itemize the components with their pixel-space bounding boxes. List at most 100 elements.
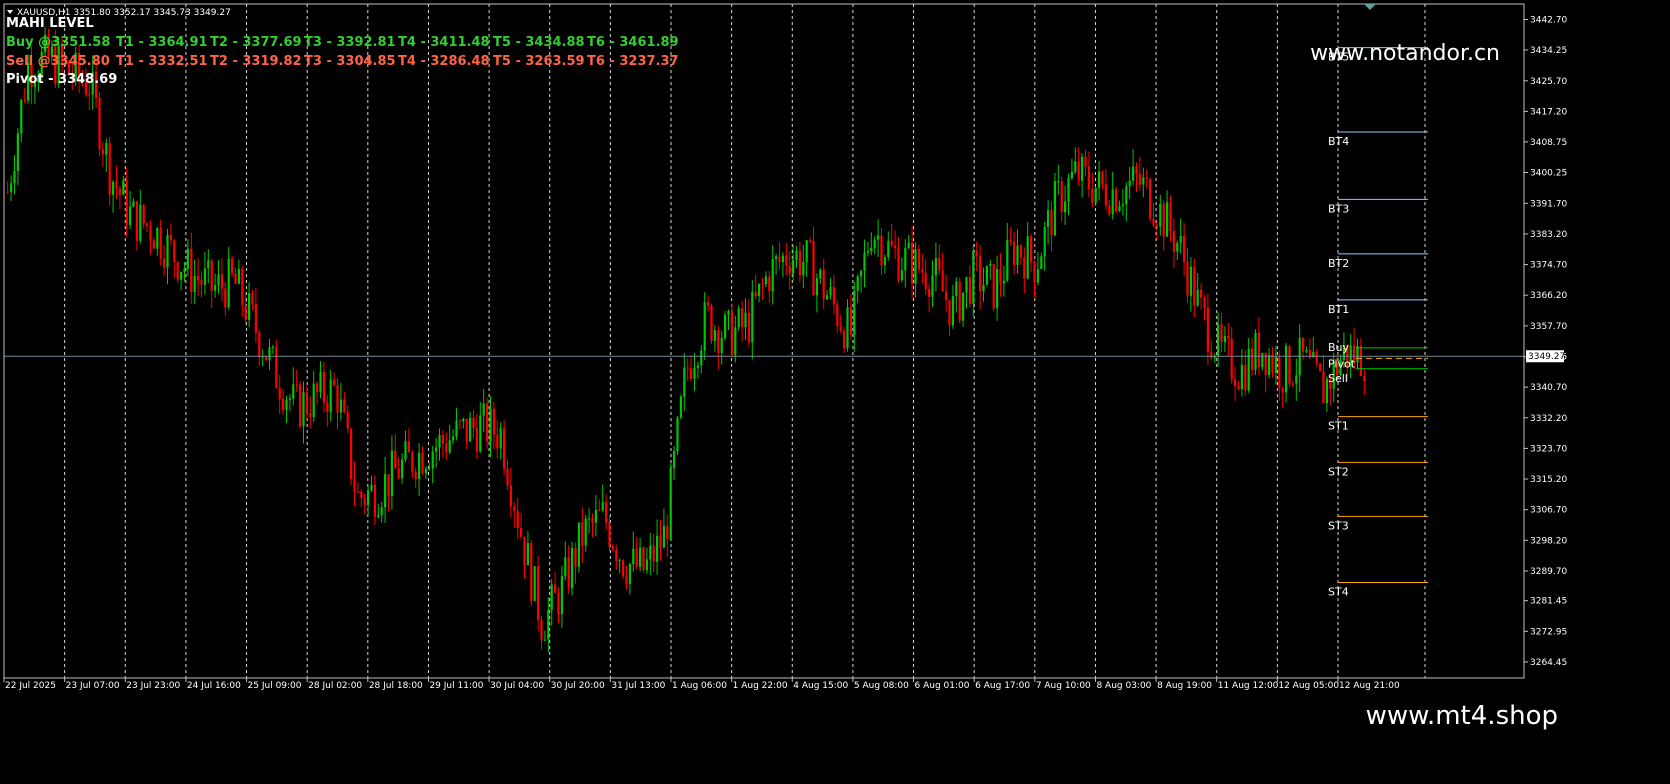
bear-candle	[615, 549, 618, 562]
y-tick-label: 3442.70	[1530, 15, 1567, 25]
bull-candle	[795, 250, 798, 260]
bull-candle	[367, 490, 370, 505]
bear-candle	[642, 547, 645, 571]
bull-candle	[533, 566, 536, 601]
bear-candle	[1023, 257, 1026, 279]
bear-candle	[472, 417, 475, 429]
bull-candle	[1166, 202, 1169, 237]
bear-candle	[197, 275, 200, 281]
bear-candle	[1291, 383, 1294, 385]
bull-candle	[401, 459, 404, 479]
bull-candle	[1274, 357, 1277, 373]
bear-candle	[1013, 242, 1016, 265]
bear-candle	[492, 408, 495, 435]
bull-candle	[887, 240, 890, 258]
bear-candle	[798, 250, 801, 276]
bear-candle	[1084, 156, 1087, 167]
bull-candle	[564, 557, 567, 577]
bull-candle	[438, 434, 441, 448]
bear-candle	[928, 288, 931, 297]
bull-candle	[424, 468, 427, 474]
y-tick-label: 3315.20	[1530, 475, 1567, 485]
bull-candle	[639, 547, 642, 567]
y-tick-label: 3272.95	[1530, 627, 1567, 637]
bear-candle	[251, 293, 254, 305]
bear-candle	[1220, 324, 1223, 343]
bull-candle	[758, 283, 761, 297]
x-tick-label: 12 Aug 05:00	[1278, 681, 1339, 691]
buy-target-5: T5 - 3434.88	[493, 35, 585, 50]
bull-candle	[10, 183, 13, 192]
bear-candle	[115, 181, 118, 189]
level-label-bt1: BT1	[1328, 303, 1349, 316]
y-tick-label: 3434.25	[1530, 46, 1567, 56]
bull-candle	[870, 247, 873, 252]
bear-candle	[666, 526, 669, 540]
bull-candle	[203, 268, 206, 285]
bull-candle	[1074, 161, 1077, 172]
bear-candle	[1203, 297, 1206, 308]
bear-candle	[234, 273, 237, 284]
y-tick-label: 3391.70	[1530, 199, 1567, 209]
bull-candle	[676, 417, 679, 452]
bull-candle	[1064, 201, 1067, 213]
bear-candle	[244, 305, 247, 321]
bull-candle	[377, 514, 380, 517]
bull-candle	[584, 518, 587, 546]
bull-candle	[656, 535, 659, 562]
level-label-pivot: Pivot	[1328, 357, 1356, 370]
bull-candle	[1196, 289, 1199, 306]
bull-candle	[669, 467, 672, 540]
level-label-buy: Buy	[1328, 341, 1350, 354]
bear-candle	[890, 240, 893, 246]
bull-candle	[560, 576, 563, 614]
bull-candle	[1268, 354, 1271, 375]
bull-candle	[1125, 186, 1128, 205]
x-tick-label: 22 Jul 2025	[5, 681, 56, 691]
bear-candle	[822, 269, 825, 300]
bear-candle	[363, 498, 366, 505]
bull-candle	[132, 201, 135, 207]
bull-candle	[1240, 364, 1243, 390]
bear-candle	[591, 518, 594, 523]
bull-candle	[628, 564, 631, 584]
buy-target-3: T3 - 3392.81	[304, 35, 396, 50]
bull-candle	[781, 255, 784, 263]
bull-candle	[214, 285, 217, 291]
y-tick-label: 3374.70	[1530, 261, 1567, 271]
bull-candle	[853, 290, 856, 335]
bear-candle	[652, 545, 655, 562]
sell-target-3: T3 - 3304.85	[304, 54, 396, 69]
bear-candle	[350, 428, 353, 480]
bull-candle	[996, 269, 999, 309]
bull-candle	[900, 270, 903, 281]
bull-candle	[227, 258, 230, 308]
bull-candle	[601, 502, 604, 511]
bear-candle	[992, 263, 995, 309]
bear-candle	[509, 485, 512, 507]
bear-candle	[282, 398, 285, 410]
bear-candle	[356, 491, 359, 493]
bull-candle	[543, 639, 546, 641]
bear-candle	[622, 560, 625, 577]
bear-candle	[1319, 363, 1322, 372]
bull-candle	[547, 609, 550, 640]
bull-candle	[452, 436, 455, 441]
bear-candle	[785, 255, 788, 266]
bull-candle	[1285, 345, 1288, 393]
bull-candle	[720, 338, 723, 353]
x-tick-label: 7 Aug 10:00	[1036, 681, 1091, 691]
bull-candle	[455, 420, 458, 437]
bull-candle	[724, 314, 727, 339]
bear-candle	[574, 548, 577, 567]
price-chart[interactable]: BT5BT4BT3BT2BT1BuyPivotSellST1ST2ST3ST4 …	[0, 0, 1670, 784]
bull-candle	[873, 239, 876, 248]
bear-candle	[336, 384, 339, 413]
bear-candle	[1145, 177, 1148, 180]
bull-candle	[1142, 177, 1145, 185]
bull-candle	[418, 452, 421, 480]
bear-candle	[537, 566, 540, 621]
bear-candle	[1162, 203, 1165, 237]
bear-candle	[346, 411, 349, 429]
bear-candle	[849, 307, 852, 335]
